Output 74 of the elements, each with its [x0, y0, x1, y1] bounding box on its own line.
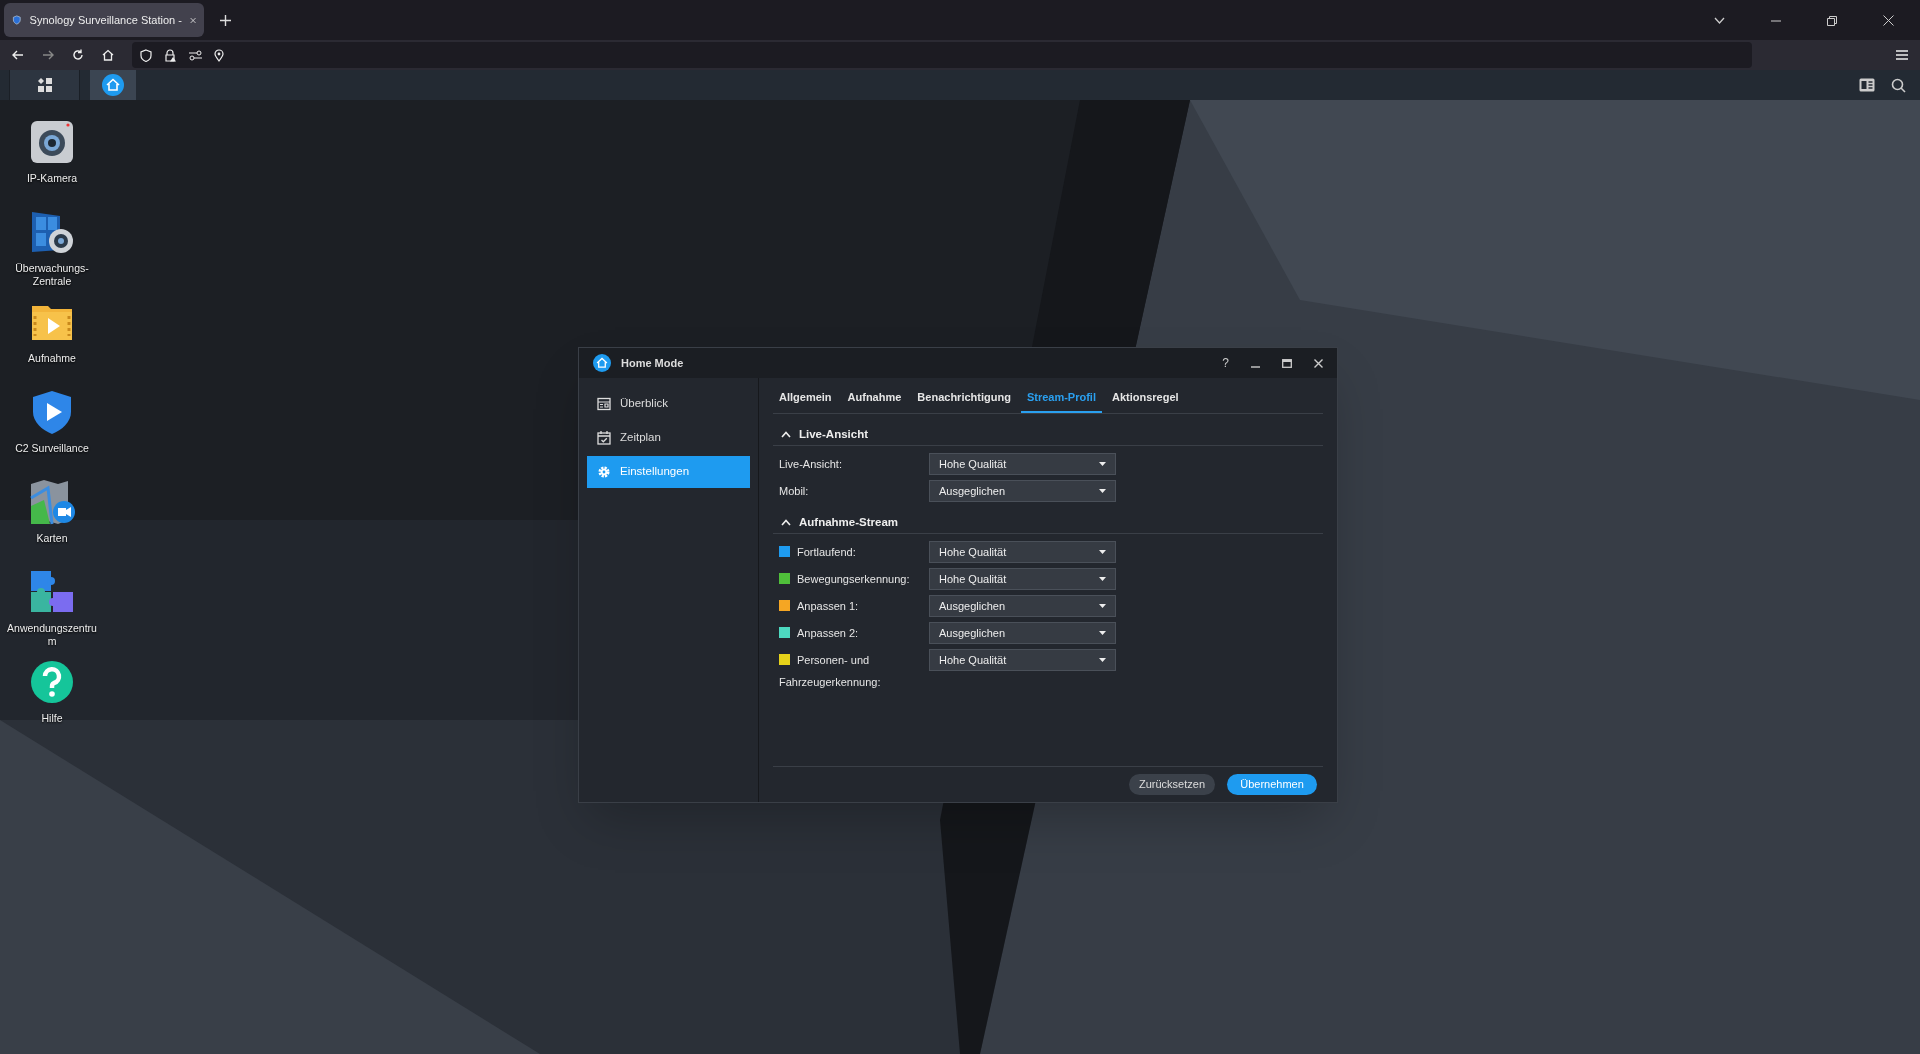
forward-icon[interactable]: [42, 49, 54, 61]
tab[interactable]: Allgemein: [773, 388, 838, 413]
field-label: Personen- und Fahrzeugerkennung:: [779, 654, 881, 688]
field-label: Live-Ansicht:: [779, 458, 842, 470]
home-icon[interactable]: [102, 49, 114, 61]
shield-icon: [140, 48, 152, 62]
app-label[interactable]: Anwendungszentrum: [6, 622, 98, 648]
back-icon[interactable]: [12, 49, 24, 61]
close-icon[interactable]: [1314, 358, 1323, 368]
search-icon[interactable]: [1891, 77, 1906, 93]
menu-icon[interactable]: [1896, 50, 1908, 60]
caret-icon: [1099, 462, 1106, 466]
caret-icon: [1099, 658, 1106, 662]
tab-title: Synology Surveillance Station -: [29, 12, 182, 28]
new-tab-icon[interactable]: [220, 15, 231, 26]
app-label[interactable]: C2 Surveillance: [6, 442, 98, 455]
caret-icon: [1099, 604, 1106, 608]
chevron-down-icon[interactable]: [1714, 17, 1725, 24]
close-icon[interactable]: [1883, 15, 1894, 26]
collapse-icon[interactable]: [781, 431, 791, 438]
dropdown[interactable]: Ausgeglichen: [929, 480, 1116, 502]
restore-icon[interactable]: [1827, 15, 1837, 26]
dropdown[interactable]: Hohe Qualität: [929, 541, 1116, 563]
app-label[interactable]: IP-Kamera: [6, 172, 98, 185]
field-label: Fortlaufend:: [797, 546, 856, 558]
caret-icon: [1099, 550, 1106, 554]
minimize-icon[interactable]: [1771, 19, 1781, 22]
lock-warning-icon: [164, 48, 177, 62]
reset-button[interactable]: Zurücksetzen: [1129, 774, 1215, 795]
dropdown[interactable]: Ausgeglichen: [929, 595, 1116, 617]
app-label[interactable]: Aufnahme: [6, 352, 98, 365]
map-icon[interactable]: [28, 478, 76, 526]
caret-icon: [1099, 489, 1106, 493]
main-menu-button[interactable]: [10, 70, 80, 100]
home-mode-icon: [593, 354, 611, 372]
sidebar-item[interactable]: Überblick: [587, 388, 750, 420]
sidebar-item[interactable]: Zeitplan: [587, 422, 750, 454]
shield-icon: [12, 13, 22, 27]
dropdown[interactable]: Hohe Qualität: [929, 649, 1116, 671]
app-label[interactable]: Überwachungs-Zentrale: [6, 262, 98, 288]
help-button[interactable]: ?: [1222, 354, 1229, 372]
field-label: Anpassen 1:: [797, 600, 859, 612]
maximize-icon[interactable]: [1282, 358, 1292, 368]
field-label: Anpassen 2:: [797, 627, 859, 639]
camera-icon[interactable]: [28, 118, 76, 166]
section-title: Aufnahme-Stream: [799, 514, 899, 530]
settings-icon: [597, 465, 611, 479]
field-label: Mobil:: [779, 485, 809, 497]
field-label: Bewegungserkennung:: [797, 573, 910, 585]
home-mode-icon: [102, 74, 124, 96]
browser-tab[interactable]: Synology Surveillance Station -: [4, 3, 204, 37]
dropdown[interactable]: Ausgeglichen: [929, 622, 1116, 644]
tab[interactable]: Benachrichtigung: [911, 388, 1017, 413]
tab[interactable]: Stream-Profil: [1020, 388, 1102, 413]
taskbar-app-button[interactable]: [90, 70, 136, 100]
location-icon: [214, 48, 224, 62]
grid-icon: [37, 78, 52, 92]
caret-icon: [1099, 631, 1106, 635]
dropdown[interactable]: Hohe Qualität: [929, 568, 1116, 590]
collapse-icon[interactable]: [781, 519, 791, 526]
window-title: Home Mode: [621, 355, 684, 371]
reload-icon[interactable]: [72, 49, 84, 61]
tab[interactable]: Aktionsregel: [1105, 388, 1185, 413]
dropdown[interactable]: Hohe Qualität: [929, 453, 1116, 475]
section-title: Live-Ansicht: [799, 426, 868, 442]
app-label[interactable]: Hilfe: [6, 712, 98, 725]
overview-icon: [597, 397, 611, 411]
caret-icon: [1099, 577, 1106, 581]
widgets-icon[interactable]: [1859, 78, 1875, 92]
help-icon[interactable]: [28, 658, 76, 706]
calendar-icon: [597, 431, 611, 445]
app-label[interactable]: Karten: [6, 532, 98, 545]
permissions-icon: [189, 49, 202, 61]
tab[interactable]: Aufnahme: [841, 388, 908, 413]
